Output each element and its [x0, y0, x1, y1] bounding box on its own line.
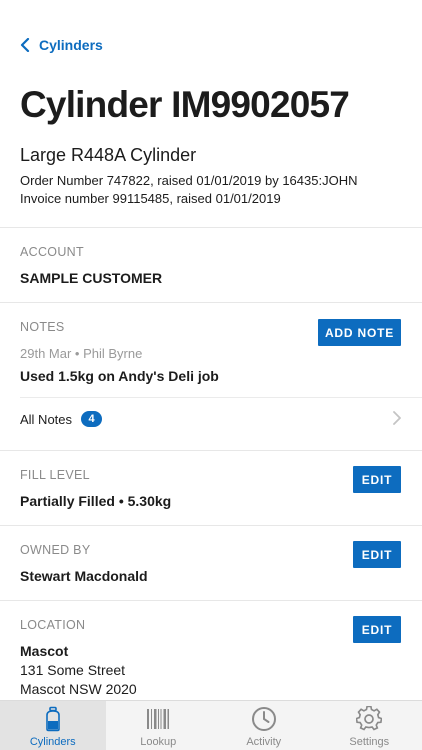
- page-title: Cylinder IM9902057: [20, 84, 350, 125]
- tab-bar: Cylinders Lookup Activity Settings: [0, 700, 422, 750]
- notes-divider: [20, 397, 422, 398]
- invoice-info: Invoice number 99115485, raised 01/01/20…: [20, 191, 281, 206]
- back-label: Cylinders: [39, 37, 103, 53]
- owned-by-label: OWNED BY: [20, 543, 91, 557]
- gear-icon: [356, 706, 383, 731]
- notes-count-badge: 4: [81, 411, 103, 427]
- barcode-icon: [147, 709, 170, 729]
- account-section: ACCOUNT SAMPLE CUSTOMER: [0, 227, 422, 302]
- cylinder-type: Large R448A Cylinder: [20, 145, 197, 165]
- tab-label: Activity: [246, 736, 282, 748]
- owned-by-value: Stewart Macdonald: [20, 568, 148, 584]
- note-meta: 29th Mar • Phil Byrne: [20, 346, 143, 361]
- edit-fill-level-button[interactable]: EDIT: [353, 466, 401, 493]
- all-notes-label: All Notes: [20, 411, 73, 427]
- order-info: Order Number 747822, raised 01/01/2019 b…: [20, 173, 358, 188]
- all-notes-row[interactable]: All Notes 4: [20, 411, 103, 427]
- fill-level-label: FILL LEVEL: [20, 468, 90, 482]
- account-value: SAMPLE CUSTOMER: [20, 270, 163, 286]
- edit-owner-button[interactable]: EDIT: [353, 541, 401, 568]
- edit-location-button[interactable]: EDIT: [353, 616, 401, 643]
- tab-lookup[interactable]: Lookup: [106, 701, 212, 750]
- tab-label: Settings: [349, 736, 390, 748]
- tab-label: Cylinders: [29, 736, 76, 748]
- tab-activity[interactable]: Activity: [211, 701, 317, 750]
- note-text: Used 1.5kg on Andy's Deli job: [20, 368, 219, 384]
- account-label: ACCOUNT: [20, 245, 84, 259]
- chevron-right-icon[interactable]: [392, 411, 402, 425]
- tab-cylinders[interactable]: Cylinders: [0, 701, 106, 750]
- notes-section: NOTES ADD NOTE 29th Mar • Phil Byrne Use…: [0, 302, 422, 450]
- fill-level-value: Partially Filled • 5.30kg: [20, 493, 172, 509]
- owned-by-section: OWNED BY EDIT Stewart Macdonald: [0, 525, 422, 600]
- cylinder-icon: [45, 706, 60, 732]
- add-note-button[interactable]: ADD NOTE: [318, 319, 401, 346]
- clock-icon: [251, 707, 276, 731]
- tab-settings[interactable]: Settings: [317, 701, 422, 750]
- chevron-left-icon: [20, 38, 30, 52]
- location-suburb: Mascot NSW 2020: [20, 681, 137, 697]
- location-street: 131 Some Street: [20, 662, 126, 678]
- fill-level-section: FILL LEVEL EDIT Partially Filled • 5.30k…: [0, 450, 422, 525]
- notes-label: NOTES: [20, 320, 65, 334]
- tab-label: Lookup: [140, 736, 177, 748]
- back-button[interactable]: Cylinders: [20, 37, 103, 53]
- location-section: LOCATION EDIT Mascot 131 Some Street Mas…: [0, 600, 422, 700]
- location-name: Mascot: [20, 643, 69, 659]
- location-label: LOCATION: [20, 618, 86, 632]
